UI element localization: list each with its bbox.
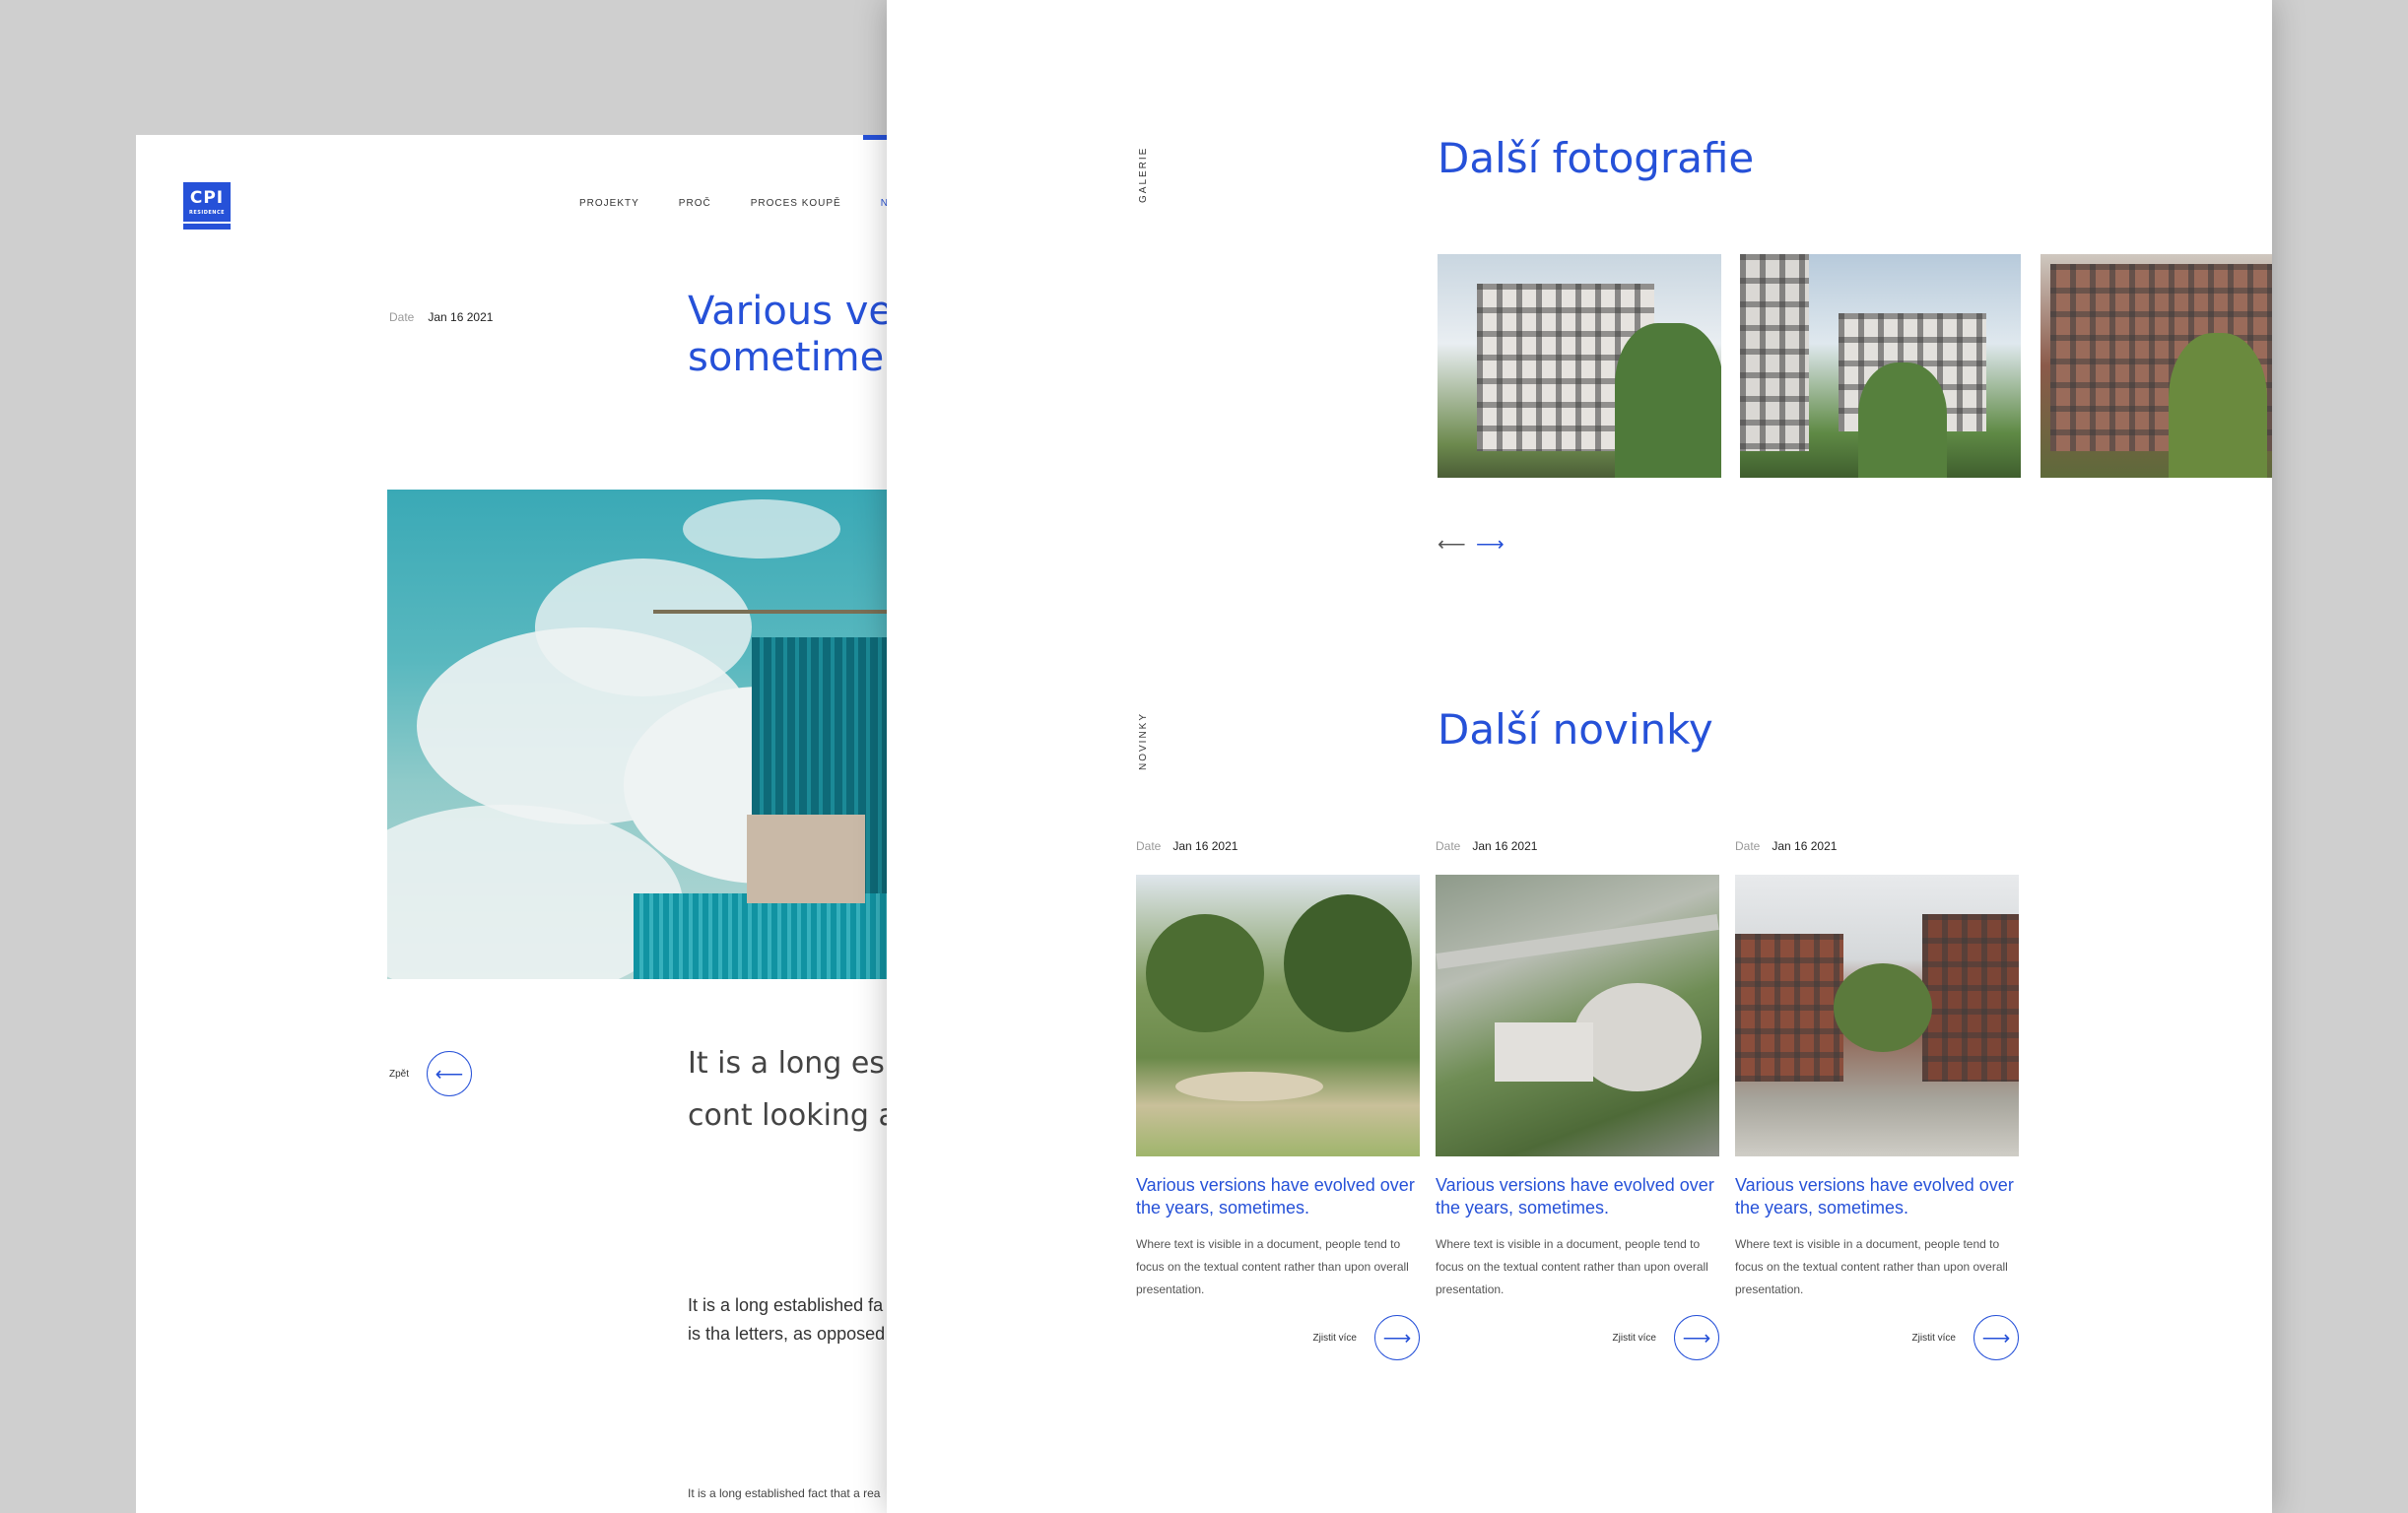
nav-item-proces-koupe[interactable]: PROCES KOUPĚ — [751, 198, 841, 209]
arrow-right-icon[interactable]: ⟶ — [1674, 1315, 1719, 1360]
news-card-excerpt: Where text is visible in a document, peo… — [1735, 1237, 2008, 1296]
news-card: Date Jan 16 2021 Various versions have ev… — [1735, 839, 2019, 1360]
arrow-left-icon[interactable]: ⟵ — [1438, 532, 1466, 557]
read-more-label: Zjistit více — [1312, 1332, 1357, 1344]
gallery-title: Další fotografie — [1438, 134, 1755, 182]
news-card-title[interactable]: Various versions have evolved over the y… — [1136, 1174, 1420, 1219]
read-more-link[interactable]: Zjistit více ⟶ — [1735, 1315, 2019, 1360]
news-title: Další novinky — [1438, 705, 1713, 754]
arrow-right-icon[interactable]: ⟶ — [1973, 1315, 2019, 1360]
read-more-link[interactable]: Zjistit více ⟶ — [1136, 1315, 1420, 1360]
gallery-photo[interactable] — [1740, 254, 2021, 478]
read-more-link[interactable]: Zjistit více ⟶ — [1436, 1315, 1719, 1360]
news-image[interactable] — [1436, 875, 1719, 1156]
date-value: Jan 16 2021 — [1472, 839, 1538, 853]
news-card-excerpt: Where text is visible in a document, peo… — [1136, 1237, 1409, 1296]
date-value: Jan 16 2021 — [1772, 839, 1838, 853]
article-date: Date Jan 16 2021 — [389, 310, 493, 324]
arrow-right-icon[interactable]: ⟶ — [1374, 1315, 1420, 1360]
back-label: Zpět — [389, 1068, 410, 1080]
date-label: Date — [389, 310, 415, 324]
news-card: Date Jan 16 2021 Various versions have ev… — [1436, 839, 1719, 1360]
nav-item-projekty[interactable]: PROJEKTY — [579, 198, 639, 209]
date-label: Date — [1136, 839, 1162, 853]
news-card-excerpt: Where text is visible in a document, peo… — [1436, 1237, 1708, 1296]
read-more-label: Zjistit více — [1911, 1332, 1956, 1344]
logo-text: CPI — [189, 188, 225, 208]
news-date: Date Jan 16 2021 — [1436, 839, 1719, 853]
logo[interactable]: CPI RESIDENCE — [183, 182, 231, 230]
news-card: Date Jan 16 2021 Various versions have ev… — [1136, 839, 1420, 1360]
gallery-section-label: GALERIE — [1138, 146, 1149, 203]
read-more-label: Zjistit více — [1612, 1332, 1656, 1344]
news-card-title[interactable]: Various versions have evolved over the y… — [1735, 1174, 2019, 1219]
date-label: Date — [1735, 839, 1761, 853]
news-date: Date Jan 16 2021 — [1735, 839, 2019, 853]
gallery-photo[interactable] — [1438, 254, 1721, 478]
news-image[interactable] — [1735, 875, 2019, 1156]
news-card-title[interactable]: Various versions have evolved over the y… — [1436, 1174, 1719, 1219]
news-date: Date Jan 16 2021 — [1136, 839, 1420, 853]
arrow-left-icon[interactable]: ⟵ — [427, 1051, 473, 1096]
gallery-photo[interactable] — [2040, 254, 2272, 478]
date-value: Jan 16 2021 — [428, 310, 494, 324]
main-nav: PROJEKTY PROČ PROCES KOUPĚ NOV — [579, 198, 904, 209]
date-label: Date — [1436, 839, 1461, 853]
arrow-right-icon[interactable]: ⟶ — [1476, 532, 1505, 557]
news-image[interactable] — [1136, 875, 1420, 1156]
logo-bar — [183, 222, 231, 224]
logo-subtext: RESIDENCE — [188, 210, 226, 216]
news-section-label: NOVINKY — [1138, 711, 1149, 770]
date-value: Jan 16 2021 — [1172, 839, 1238, 853]
nav-item-proc[interactable]: PROČ — [679, 198, 711, 209]
back-link[interactable]: Zpět ⟵ — [389, 1051, 473, 1096]
detail-page: GALERIE Další fotografie ⟵ ⟶ NOVINKY Dal… — [887, 0, 2272, 1513]
